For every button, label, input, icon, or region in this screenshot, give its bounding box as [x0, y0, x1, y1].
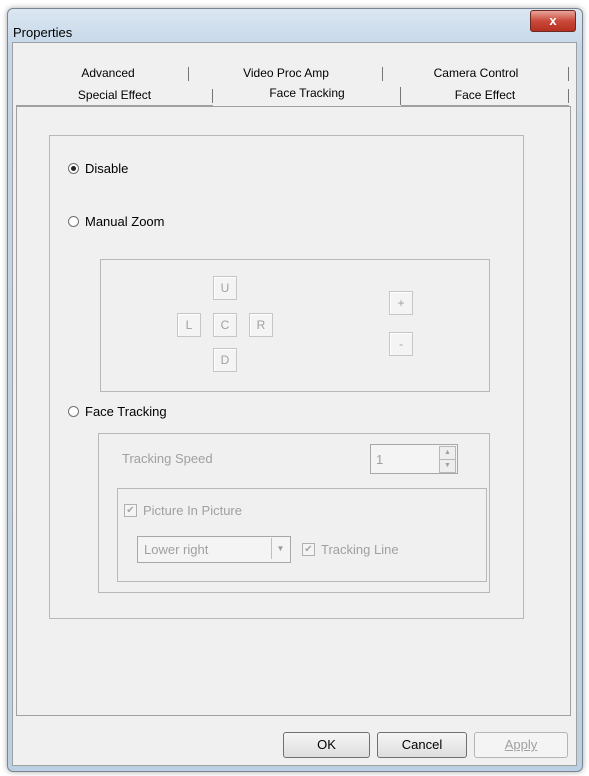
- tab-video-proc-amp[interactable]: Video Proc Amp: [189, 64, 383, 83]
- pip-position-value: Lower right: [144, 542, 209, 557]
- radio-face-tracking[interactable]: Face Tracking: [68, 404, 167, 419]
- pip-position-select[interactable]: Lower right ▼: [137, 536, 291, 563]
- tab-camera-control[interactable]: Camera Control: [383, 64, 569, 83]
- apply-button[interactable]: Apply: [474, 732, 568, 758]
- radio-face-tracking-label: Face Tracking: [85, 404, 167, 419]
- tab-face-tracking[interactable]: Face Tracking: [213, 84, 401, 106]
- spin-up-icon[interactable]: ▲: [439, 446, 456, 460]
- tracking-line-checkbox[interactable]: ✔ Tracking Line: [302, 542, 399, 557]
- radio-disable-indicator: [68, 163, 79, 174]
- window-title: Properties: [13, 25, 73, 40]
- manual-zoom-pad: [100, 259, 490, 392]
- radio-manual-zoom-label: Manual Zoom: [85, 214, 165, 229]
- tab-face-effect[interactable]: Face Effect: [401, 86, 569, 106]
- tracking-speed-spinner[interactable]: 1 ▲ ▼: [370, 444, 458, 474]
- radio-disable-label: Disable: [85, 161, 129, 176]
- cancel-button[interactable]: Cancel: [377, 732, 467, 758]
- checkmark-icon: ✔: [124, 504, 137, 517]
- close-button[interactable]: x: [530, 10, 576, 32]
- zoom-left-button[interactable]: L: [177, 313, 201, 337]
- tracking-speed-value: 1: [376, 452, 384, 467]
- zoom-up-button[interactable]: U: [213, 276, 237, 300]
- radio-manual-zoom[interactable]: Manual Zoom: [68, 214, 164, 229]
- picture-in-picture-label: Picture In Picture: [143, 503, 242, 518]
- chevron-down-icon: ▼: [271, 538, 289, 559]
- tracking-line-label: Tracking Line: [321, 542, 399, 557]
- zoom-out-button[interactable]: -: [389, 332, 413, 356]
- radio-face-tracking-indicator: [68, 406, 79, 417]
- title-bar[interactable]: Properties x: [8, 9, 582, 43]
- tab-special-effect[interactable]: Special Effect: [16, 86, 213, 106]
- tab-advanced[interactable]: Advanced: [27, 64, 189, 83]
- ok-button[interactable]: OK: [283, 732, 370, 758]
- picture-in-picture-checkbox[interactable]: ✔ Picture In Picture: [124, 503, 242, 518]
- spin-down-icon[interactable]: ▼: [439, 459, 456, 473]
- tracking-speed-label: Tracking Speed: [122, 451, 213, 466]
- zoom-down-button[interactable]: D: [213, 348, 237, 372]
- checkmark-icon: ✔: [302, 543, 315, 556]
- radio-manual-zoom-indicator: [68, 216, 79, 227]
- zoom-in-button[interactable]: +: [389, 291, 413, 315]
- close-icon: x: [549, 13, 557, 28]
- zoom-center-button[interactable]: C: [213, 313, 237, 337]
- radio-disable[interactable]: Disable: [68, 161, 128, 176]
- zoom-right-button[interactable]: R: [249, 313, 273, 337]
- apply-button-label: Apply: [504, 737, 538, 752]
